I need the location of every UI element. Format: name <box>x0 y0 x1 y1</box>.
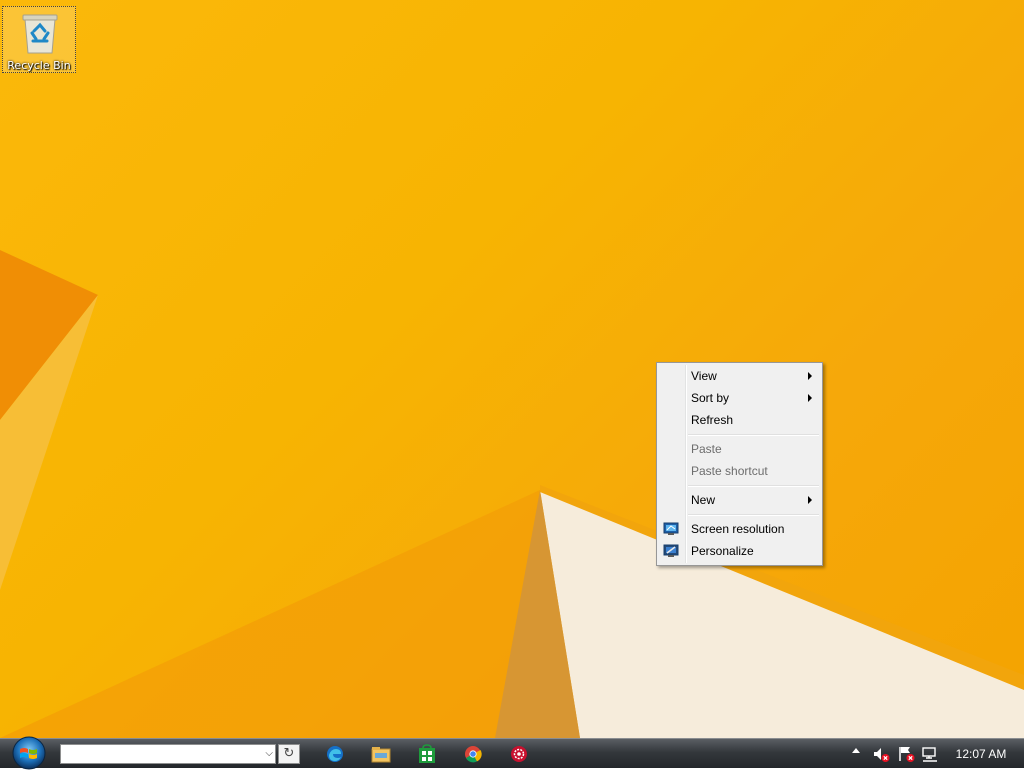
refresh-icon[interactable]: ↻ <box>278 744 300 764</box>
recycle-bin-icon <box>22 14 58 54</box>
menu-item-personalize[interactable]: Personalize <box>659 540 820 562</box>
edge-icon[interactable] <box>324 743 346 765</box>
windows-orb-icon[interactable] <box>8 736 50 770</box>
wallpaper <box>0 250 1024 738</box>
menu-item-label: Personalize <box>691 544 754 558</box>
submenu-arrow-icon <box>808 496 812 504</box>
file-explorer-icon[interactable] <box>370 743 392 765</box>
monitor-icon <box>663 522 679 535</box>
menu-item-sort-by[interactable]: Sort by <box>659 387 820 409</box>
menu-item-paste-shortcut[interactable]: Paste shortcut <box>659 460 820 482</box>
menu-item-screen-resolution[interactable]: Screen resolution <box>659 518 820 540</box>
menu-item-label: Paste <box>691 442 722 456</box>
menu-item-label: Screen resolution <box>691 522 785 536</box>
menu-separator <box>688 434 819 436</box>
network-icon[interactable] <box>921 745 939 763</box>
chevron-down-icon[interactable]: ⌵ <box>265 748 273 759</box>
submenu-arrow-icon <box>808 394 812 402</box>
personalize-icon <box>663 544 679 557</box>
store-icon[interactable] <box>416 743 438 765</box>
taskbar: ⌵ ↻ 12:07 AM <box>0 736 1024 770</box>
clock[interactable]: 12:07 AM <box>948 739 1014 769</box>
recycle-bin-shortcut[interactable]: Recycle Bin <box>2 6 76 73</box>
recycle-bin-label: Recycle Bin <box>7 59 71 72</box>
menu-separator <box>688 514 819 516</box>
volume-muted-icon[interactable] <box>872 745 890 763</box>
chrome-icon[interactable] <box>462 743 484 765</box>
menu-item-label: Refresh <box>691 413 734 427</box>
submenu-arrow-icon <box>808 372 812 380</box>
menu-item-new[interactable]: New <box>659 489 820 511</box>
menu-item-label: Paste shortcut <box>691 464 768 478</box>
menu-item-label: Sort by <box>691 391 730 405</box>
menu-item-label: New <box>691 493 716 507</box>
tray-overflow-icon[interactable] <box>852 748 860 753</box>
menu-item-refresh[interactable]: Refresh <box>659 409 820 431</box>
menu-item-view[interactable]: View <box>659 365 820 387</box>
red-gear-app-icon[interactable] <box>508 743 530 765</box>
desktop[interactable]: Recycle Bin View Sort by Refresh Paste P… <box>0 0 1024 738</box>
menu-item-paste[interactable]: Paste <box>659 438 820 460</box>
address-input[interactable]: ⌵ <box>60 744 276 764</box>
desktop-context-menu: View Sort by Refresh Paste Paste shortcu… <box>656 362 823 566</box>
menu-item-label: View <box>691 369 717 383</box>
action-center-flag-icon[interactable] <box>897 745 915 763</box>
menu-separator <box>688 485 819 487</box>
